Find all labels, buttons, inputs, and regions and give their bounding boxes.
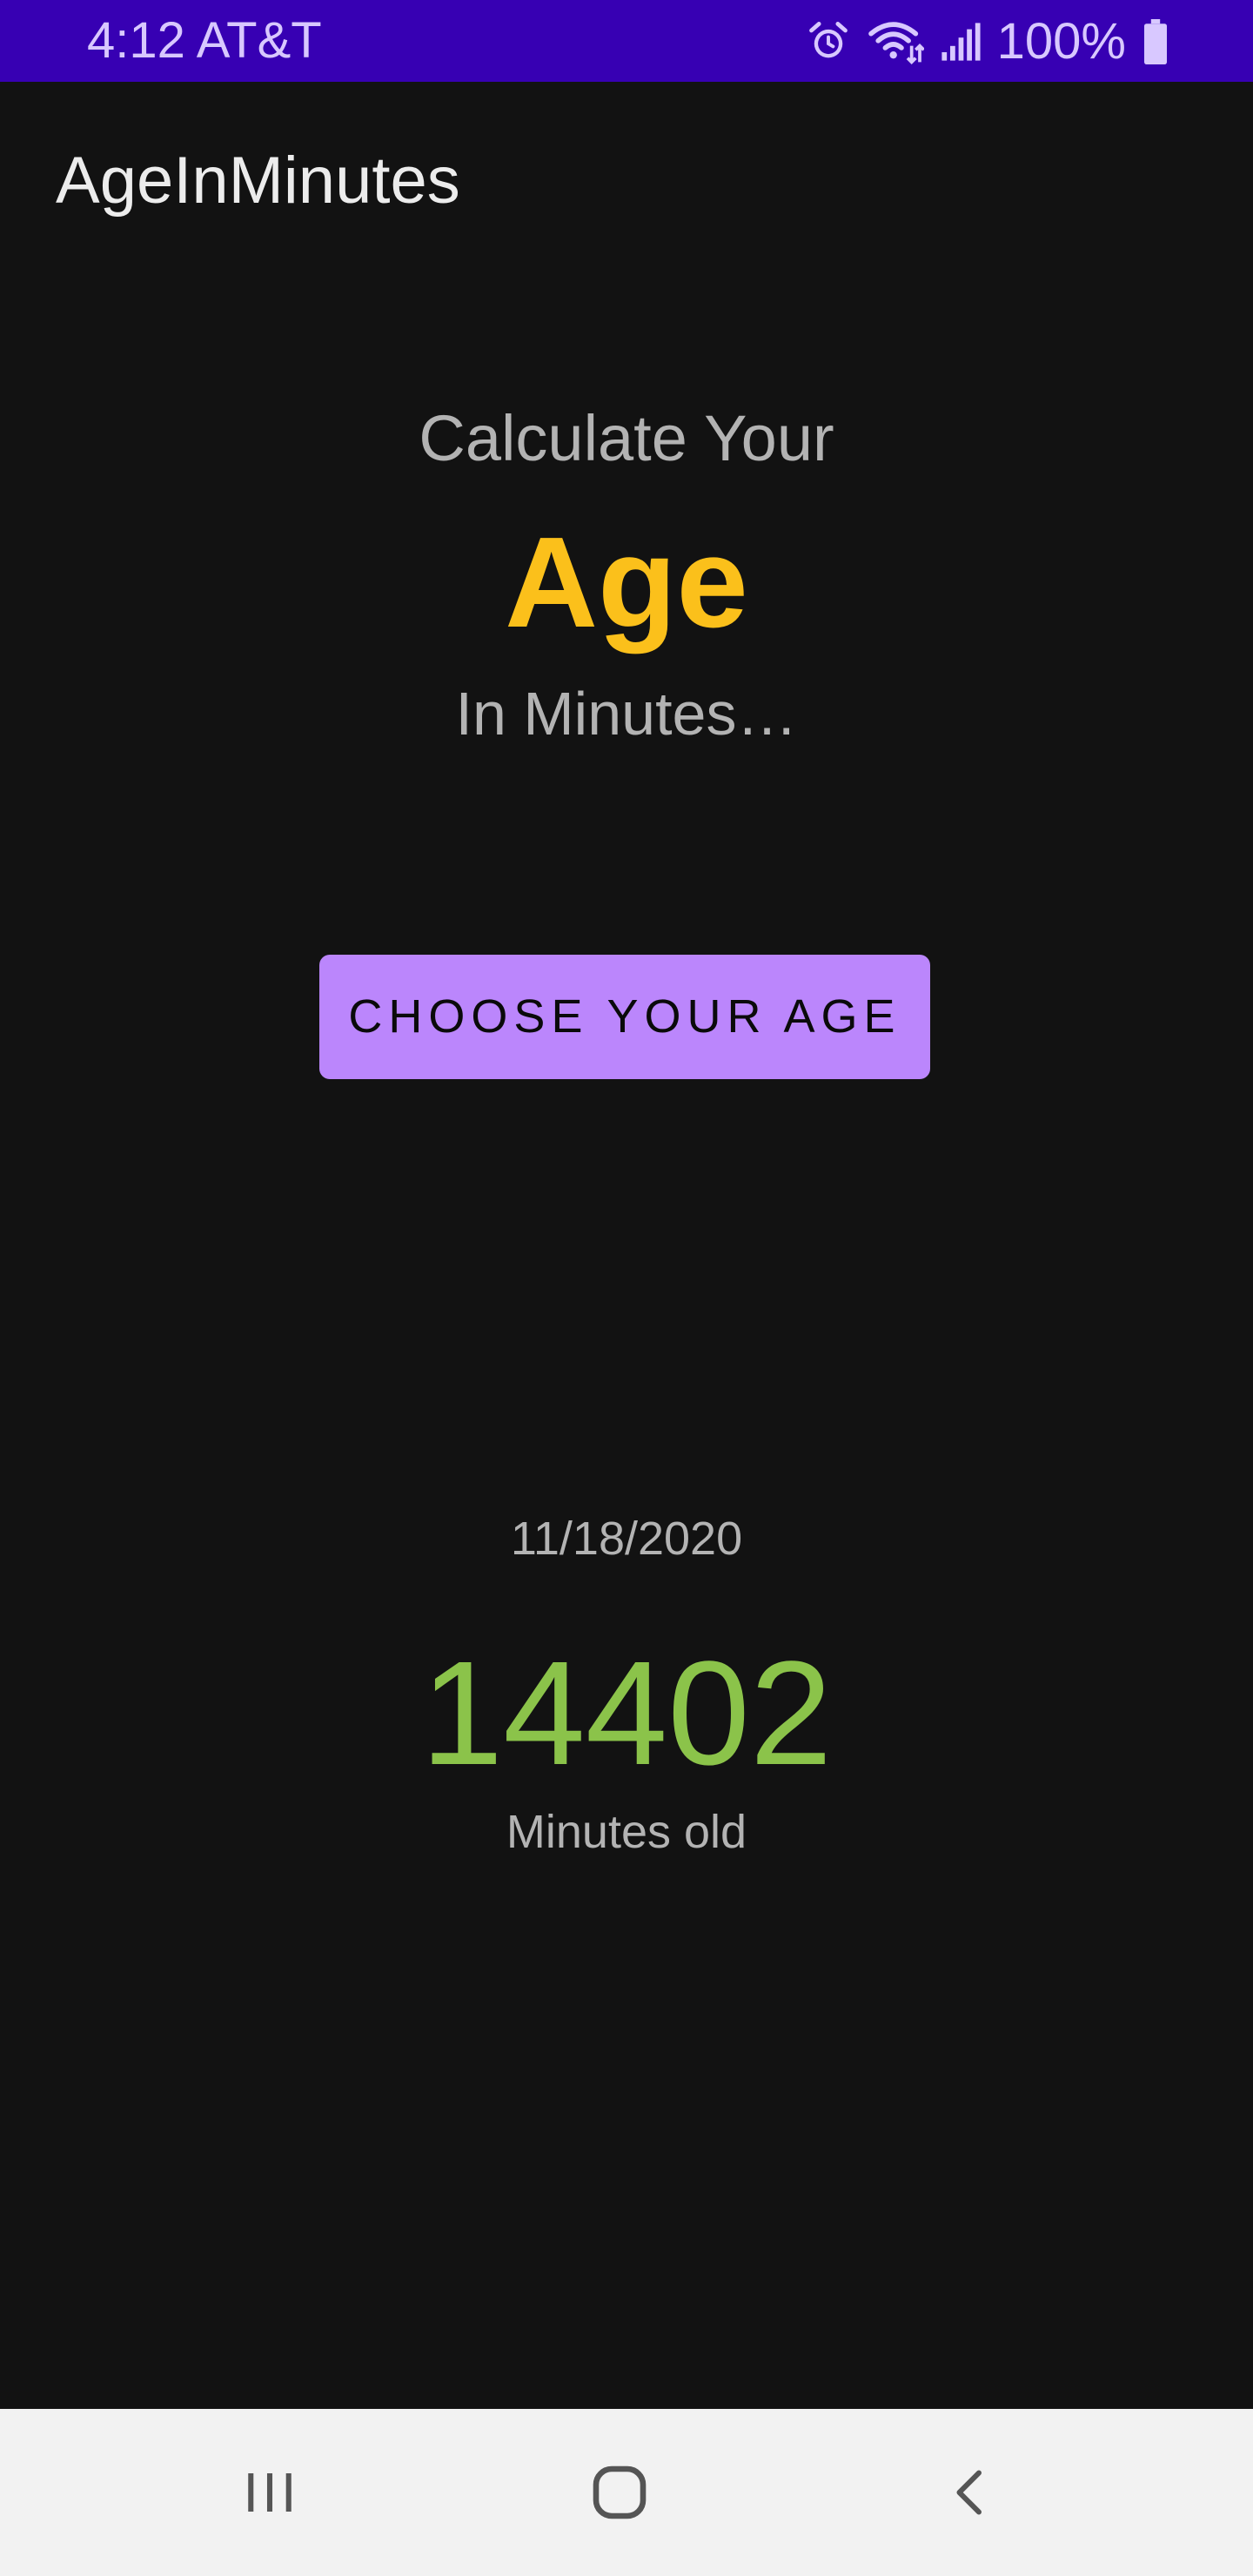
minutes-old-label: Minutes old bbox=[506, 1806, 747, 1858]
battery-icon bbox=[1142, 19, 1169, 64]
age-in-minutes-value: 14402 bbox=[420, 1631, 833, 1796]
battery-percentage: 100% bbox=[996, 13, 1126, 70]
headline-age: Age bbox=[505, 511, 748, 654]
signal-icon bbox=[940, 21, 982, 63]
back-icon[interactable] bbox=[883, 2409, 1057, 2576]
status-icons: 100% bbox=[806, 14, 1169, 70]
wifi-icon bbox=[867, 17, 924, 66]
choose-your-age-button[interactable]: CHOOSE YOUR AGE bbox=[319, 955, 930, 1079]
home-icon[interactable] bbox=[533, 2409, 707, 2576]
app-bar: AgeInMinutes bbox=[0, 82, 1253, 287]
headline-in-minutes: In Minutes… bbox=[455, 680, 798, 748]
selected-date: 11/18/2020 bbox=[510, 1513, 743, 1565]
alarm-icon bbox=[806, 19, 851, 64]
recent-apps-icon[interactable] bbox=[183, 2409, 357, 2576]
status-time-carrier: 4:12 AT&T bbox=[87, 12, 322, 69]
app-title: AgeInMinutes bbox=[56, 144, 460, 218]
headline-calculate-your: Calculate Your bbox=[419, 402, 834, 474]
status-bar: 4:12 AT&T 100% bbox=[0, 0, 1253, 82]
navigation-bar bbox=[0, 2409, 1253, 2576]
